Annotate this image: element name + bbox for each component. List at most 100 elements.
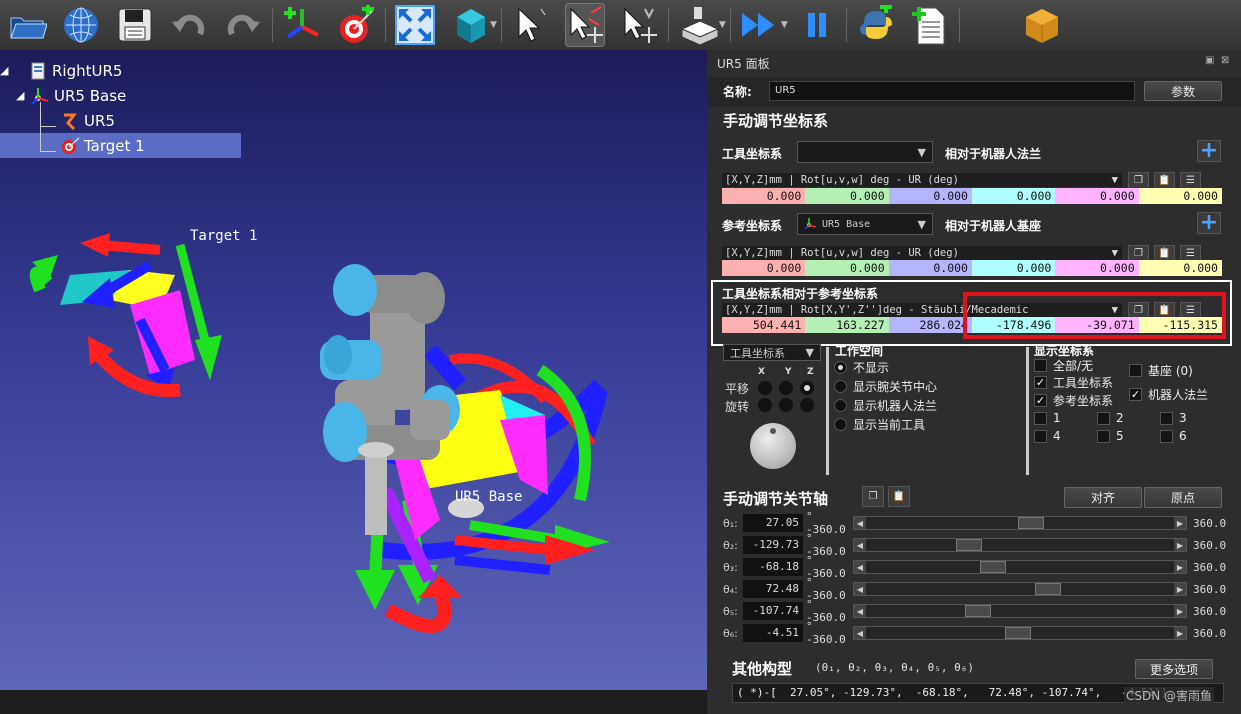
joint-slider[interactable]: ◀ ▶: [853, 626, 1187, 640]
copy-icon[interactable]: ❐: [1128, 172, 1149, 189]
globe-icon[interactable]: [61, 3, 101, 47]
jog-frame-combo[interactable]: 工具坐标系 ▼: [723, 344, 821, 361]
slider-thumb[interactable]: [1005, 627, 1031, 639]
rotate-y-radio[interactable]: [779, 398, 793, 412]
add-target-icon[interactable]: [336, 3, 376, 47]
fit-all-icon[interactable]: [395, 3, 435, 47]
tool-x-value[interactable]: 0.000: [722, 188, 806, 204]
checkbox-tool-frame[interactable]: ✓ 工具坐标系: [1034, 373, 1113, 391]
tool-w-value[interactable]: 0.000: [1138, 188, 1222, 204]
tool-z-value[interactable]: 0.000: [888, 188, 972, 204]
pose-x-value[interactable]: 504.441: [722, 317, 806, 333]
rotate-z-radio[interactable]: [800, 398, 814, 412]
checkbox-frame-6[interactable]: 6: [1160, 427, 1187, 445]
checkbox-base[interactable]: 基座 (0): [1129, 361, 1193, 379]
joint-value-input[interactable]: -129.73: [743, 536, 803, 554]
translate-y-radio[interactable]: [779, 381, 793, 395]
slider-left-arrow-icon[interactable]: ◀: [854, 539, 866, 551]
tree-item-ur5[interactable]: UR5: [0, 102, 241, 133]
ref-y-value[interactable]: 0.000: [805, 260, 889, 276]
params-button[interactable]: 参数: [1144, 81, 1222, 101]
slider-right-arrow-icon[interactable]: ▶: [1174, 605, 1186, 617]
slider-right-arrow-icon[interactable]: ▶: [1174, 517, 1186, 529]
translate-z-radio[interactable]: [800, 381, 814, 395]
chevron-down-icon[interactable]: ▼: [490, 20, 497, 30]
move-tool-icon[interactable]: [619, 3, 659, 47]
tree-item-ur5-base[interactable]: ◢ UR5 Base: [0, 83, 241, 108]
pose-z-value[interactable]: 286.024: [888, 317, 972, 333]
ref-u-value[interactable]: 0.000: [971, 260, 1056, 276]
ref-frame-combo[interactable]: UR5 Base ▼: [797, 213, 933, 235]
jog-dial[interactable]: [750, 423, 796, 469]
joint-slider[interactable]: ◀ ▶: [853, 604, 1187, 618]
new-program-icon[interactable]: [910, 3, 950, 47]
redo-icon[interactable]: [223, 3, 263, 47]
joint-slider[interactable]: ◀ ▶: [853, 516, 1187, 530]
target-1-frame[interactable]: [29, 233, 222, 397]
pose-y-value[interactable]: 163.227: [805, 317, 889, 333]
joint-value-input[interactable]: -68.18: [743, 558, 803, 576]
slider-left-arrow-icon[interactable]: ◀: [854, 583, 866, 595]
select-icon[interactable]: [511, 3, 551, 47]
joint-slider[interactable]: ◀ ▶: [853, 538, 1187, 552]
checkbox-ref-frame[interactable]: ✓ 参考坐标系: [1034, 391, 1113, 409]
ur5-robot[interactable]: [320, 264, 610, 633]
translate-x-radio[interactable]: [758, 381, 772, 395]
more-options-button[interactable]: 更多选项: [1135, 659, 1213, 679]
checkbox-all-none[interactable]: 全部/无: [1034, 356, 1093, 374]
package-icon[interactable]: [1022, 3, 1062, 47]
checkbox-frame-1[interactable]: 1: [1034, 409, 1061, 427]
add-reference-button[interactable]: +: [1197, 212, 1221, 234]
slider-left-arrow-icon[interactable]: ◀: [854, 605, 866, 617]
add-object-icon[interactable]: [678, 3, 718, 47]
ref-v-value[interactable]: 0.000: [1055, 260, 1139, 276]
copy-joints-icon[interactable]: ❐: [862, 486, 884, 507]
paste-joints-icon[interactable]: 📋: [888, 486, 910, 507]
panel-float-icon[interactable]: ▣: [1205, 55, 1214, 66]
collapse-arrow-icon[interactable]: ◢: [0, 64, 14, 77]
checkbox-frame-3[interactable]: 3: [1160, 409, 1187, 427]
ref-z-value[interactable]: 0.000: [888, 260, 972, 276]
align-button[interactable]: 对齐: [1064, 487, 1142, 508]
chevron-down-icon[interactable]: ▼: [719, 20, 726, 30]
checkbox-frame-5[interactable]: 5: [1097, 427, 1124, 445]
joint-value-input[interactable]: 27.05: [743, 514, 803, 532]
slider-right-arrow-icon[interactable]: ▶: [1174, 539, 1186, 551]
ref-x-value[interactable]: 0.000: [722, 260, 806, 276]
slider-thumb[interactable]: [1035, 583, 1061, 595]
slider-thumb[interactable]: [965, 605, 991, 617]
tree-item-target-1[interactable]: Target 1: [0, 127, 241, 158]
tool-y-value[interactable]: 0.000: [805, 188, 889, 204]
chevron-down-icon[interactable]: ▼: [781, 20, 788, 30]
slider-left-arrow-icon[interactable]: ◀: [854, 561, 866, 573]
pause-icon[interactable]: [797, 3, 837, 47]
slider-thumb[interactable]: [1018, 517, 1044, 529]
move-reference-icon[interactable]: [564, 3, 605, 47]
slider-right-arrow-icon[interactable]: ▶: [1174, 627, 1186, 639]
slider-left-arrow-icon[interactable]: ◀: [854, 517, 866, 529]
tool-frame-combo[interactable]: ▼: [797, 141, 933, 163]
robot-name-input[interactable]: UR5: [769, 81, 1135, 101]
joint-value-input[interactable]: -4.51: [743, 624, 803, 642]
run-program-icon[interactable]: [740, 3, 780, 47]
python-icon[interactable]: [856, 3, 896, 47]
menu-icon[interactable]: ☰: [1180, 172, 1201, 189]
workspace-option-flange[interactable]: 显示机器人法兰: [834, 396, 937, 414]
add-reference-frame-icon[interactable]: [282, 3, 322, 47]
rotate-x-radio[interactable]: [758, 398, 772, 412]
tool-v-value[interactable]: 0.000: [1055, 188, 1139, 204]
checkbox-frame-2[interactable]: 2: [1097, 409, 1124, 427]
undo-icon[interactable]: [169, 3, 209, 47]
tree-item-rightur5[interactable]: ◢ RightUR5: [0, 58, 241, 83]
ref-w-value[interactable]: 0.000: [1138, 260, 1222, 276]
add-tool-button[interactable]: +: [1197, 140, 1221, 162]
checkbox-frame-4[interactable]: 4: [1034, 427, 1061, 445]
slider-thumb[interactable]: [956, 539, 982, 551]
slider-thumb[interactable]: [980, 561, 1006, 573]
collapse-arrow-icon[interactable]: ◢: [16, 89, 30, 102]
panel-close-icon[interactable]: ⊠: [1221, 55, 1229, 66]
joint-slider[interactable]: ◀ ▶: [853, 582, 1187, 596]
slider-right-arrow-icon[interactable]: ▶: [1174, 561, 1186, 573]
tool-u-value[interactable]: 0.000: [971, 188, 1056, 204]
joint-slider[interactable]: ◀ ▶: [853, 560, 1187, 574]
